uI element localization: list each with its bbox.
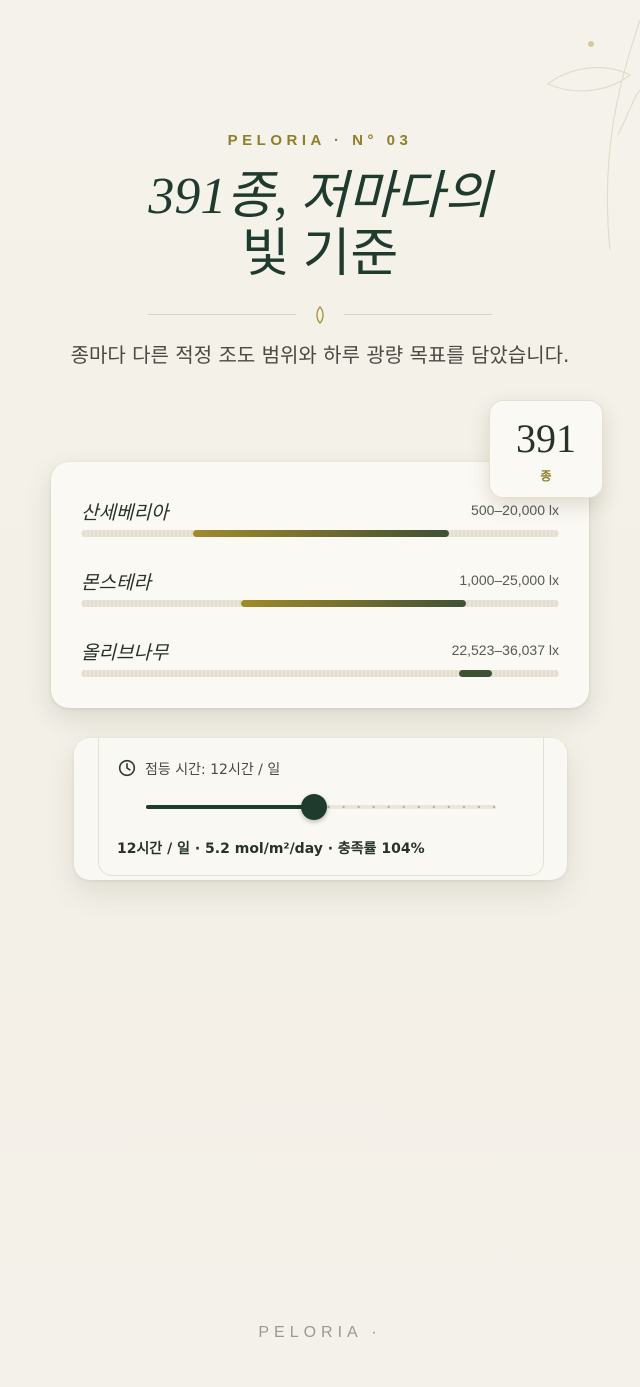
slider-tick <box>342 805 345 809</box>
slider-tick <box>492 805 496 809</box>
species-row[interactable]: 몬스테라 1,000–25,000 lx <box>81 568 559 618</box>
light-hours-slider[interactable] <box>146 794 496 820</box>
light-duration-label: 점등 시간: 12시간 / 일 <box>145 762 281 778</box>
clock-icon <box>118 759 136 777</box>
divider-line-left <box>148 314 296 315</box>
light-duration-card: 점등 시간: 12시간 / 일 12시간 / 일 · 5.2 mol/m²/da… <box>74 738 567 880</box>
footer-dot: · <box>371 1324 382 1341</box>
lux-range-band <box>241 600 466 607</box>
species-row[interactable]: 산세베리아 500–20,000 lx <box>81 498 559 548</box>
lux-track <box>81 670 559 677</box>
leaf-bud-icon <box>316 306 324 324</box>
slider-tick <box>357 805 360 809</box>
species-count-badge: 391 종 <box>489 400 603 498</box>
lux-track <box>81 530 559 537</box>
page-title: 391종, 저마다의 빛 기준 <box>0 168 640 284</box>
species-row[interactable]: 올리브나무 22,523–36,037 lx <box>81 638 559 688</box>
eyebrow-label: PELORIA · N° 03 <box>227 132 413 149</box>
slider-thumb[interactable] <box>301 794 327 820</box>
lux-track <box>81 600 559 607</box>
lux-range-label: 1,000–25,000 lx <box>459 572 559 588</box>
slider-tick <box>402 805 405 809</box>
footer-brand-name: PELORIA <box>258 1324 362 1341</box>
slider-tick <box>327 805 330 809</box>
lux-range-label: 22,523–36,037 lx <box>451 642 559 658</box>
species-name: 올리브나무 <box>81 642 169 664</box>
divider-line-right <box>344 314 492 315</box>
slider-tick <box>462 805 466 809</box>
slider-tick <box>387 805 390 809</box>
slider-tick <box>432 805 436 809</box>
title-line-1: 391종, 저마다의 <box>148 168 492 225</box>
lux-range-label: 500–20,000 lx <box>471 502 559 518</box>
species-count-unit: 종 <box>540 469 552 483</box>
species-name: 산세베리아 <box>81 502 169 524</box>
slider-tick <box>417 805 420 809</box>
page-subtitle: 종마다 다른 적정 조도 범위와 하루 광량 목표를 담았습니다. <box>70 343 570 367</box>
species-count-value: 391 <box>516 416 576 461</box>
title-line-2: 빛 기준 <box>241 226 399 283</box>
footer-brand: PELORIA · <box>0 1324 640 1342</box>
lux-range-band <box>458 670 493 677</box>
slider-tick <box>477 805 481 809</box>
light-summary: 12시간 / 일 · 5.2 mol/m²/day · 충족률 104% <box>117 841 425 857</box>
slider-tick <box>447 805 451 809</box>
lux-range-band <box>193 530 450 537</box>
species-name: 몬스테라 <box>81 572 151 594</box>
ornament-divider <box>148 306 492 324</box>
slider-tick <box>372 805 375 809</box>
slider-fill <box>146 805 314 809</box>
species-lux-card: 산세베리아 500–20,000 lx 몬스테라 1,000–25,000 lx… <box>51 462 589 708</box>
